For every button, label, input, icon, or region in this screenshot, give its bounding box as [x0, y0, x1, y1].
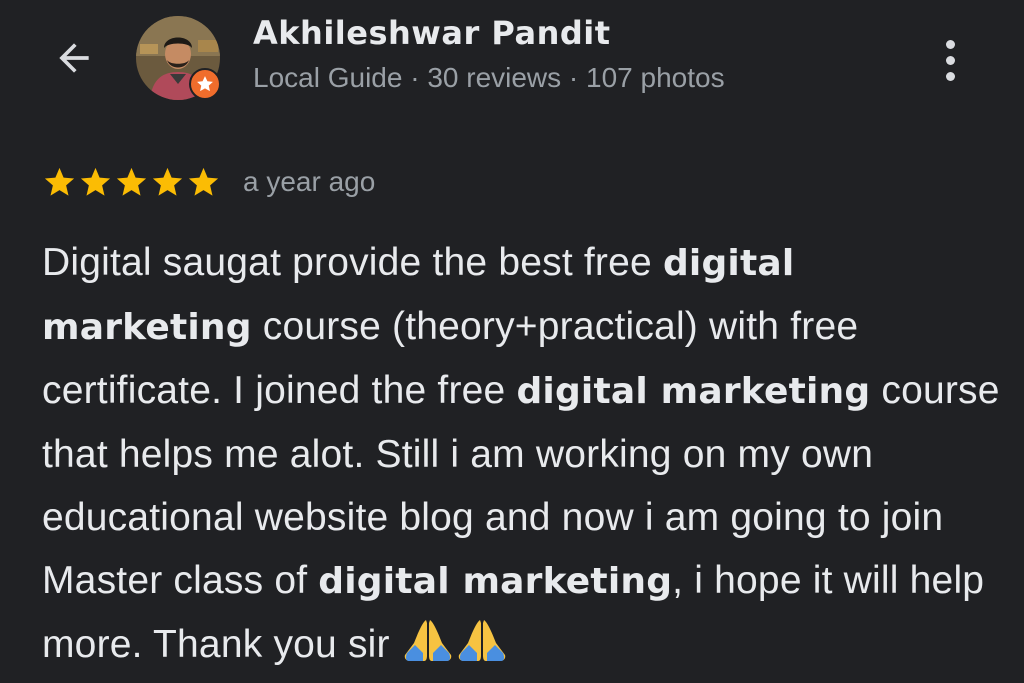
- local-guide-star-icon: [197, 76, 213, 92]
- arrow-left-icon: [59, 43, 89, 73]
- review-time: a year ago: [243, 166, 376, 197]
- review-header: Akhileshwar Pandit Local Guide · 30 revi…: [0, 0, 1024, 120]
- star-rating: [42, 165, 221, 200]
- review-text-highlight: digital marketing: [318, 561, 673, 602]
- reviewer-meta: Local Guide · 30 reviews · 107 photos: [253, 62, 725, 93]
- review-text-highlight: digital marketing: [516, 371, 871, 412]
- folded-hands-emoji-icon: [404, 620, 452, 661]
- more-options-button[interactable]: [930, 32, 970, 88]
- more-vert-icon-dot: [945, 55, 955, 65]
- folded-hands-emoji-icon: [458, 620, 506, 661]
- star-icon: [116, 167, 147, 196]
- local-guide-badge: [189, 68, 221, 100]
- rating-row: a year ago: [42, 162, 375, 202]
- more-vert-icon-dot: [945, 39, 955, 49]
- star-icon: [188, 167, 219, 196]
- star-icon: [152, 167, 183, 196]
- review-text: Digital saugat provide the best free dig…: [42, 231, 1002, 676]
- review-text-segment: Digital saugat provide the best free: [42, 241, 663, 284]
- reviewer-name[interactable]: Akhileshwar Pandit: [253, 14, 611, 52]
- back-button[interactable]: [46, 30, 102, 86]
- star-icon: [44, 167, 75, 196]
- more-vert-icon-dot: [945, 71, 955, 81]
- star-icon: [80, 167, 111, 196]
